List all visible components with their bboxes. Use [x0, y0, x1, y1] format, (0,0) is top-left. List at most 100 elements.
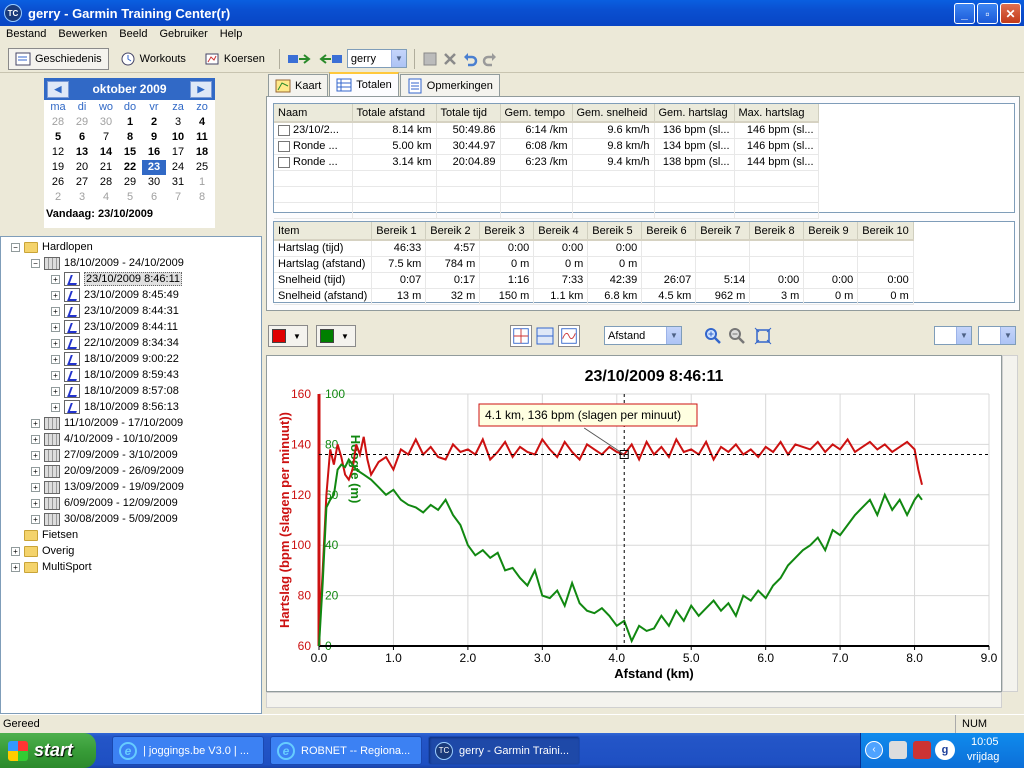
send-to-device-icon[interactable]: [287, 51, 313, 67]
table-row[interactable]: Ronde ... 5.00 km 30:44.97 6:08 /km 9.8 km/h…: [274, 138, 819, 155]
expand-icon[interactable]: +: [51, 370, 60, 380]
calendar-day[interactable]: 25: [190, 160, 214, 175]
close-button[interactable]: ✕: [1000, 3, 1021, 24]
calendar-next-button[interactable]: ▶: [189, 80, 212, 98]
calendar-day[interactable]: 26: [46, 175, 70, 190]
user-select[interactable]: gerry ▼: [346, 49, 407, 68]
column-header[interactable]: Gem. tempo: [500, 104, 573, 123]
smooth-line-icon[interactable]: [558, 325, 580, 347]
tree-item-week[interactable]: − 18/10/2009 - 24/10/2009: [31, 255, 184, 271]
calendar-day[interactable]: 17: [166, 145, 190, 160]
calendar-day[interactable]: 20: [70, 160, 94, 175]
column-header[interactable]: Item: [274, 222, 373, 241]
tree-item-activity[interactable]: +23/10/2009 8:44:11: [51, 319, 178, 335]
taskbar-item-garmin[interactable]: TC gerry - Garmin Traini...: [428, 736, 580, 765]
calendar-day[interactable]: 10: [166, 130, 190, 145]
column-header[interactable]: Bereik 10: [857, 222, 914, 241]
calendar-day[interactable]: 4: [190, 115, 214, 130]
chart-horizontal-scrollbar[interactable]: [266, 692, 1002, 708]
column-header[interactable]: Bereik 3: [479, 222, 535, 241]
column-header[interactable]: Bereik 9: [803, 222, 859, 241]
calendar-day[interactable]: 9: [142, 130, 166, 145]
tree-item-multisport[interactable]: + MultiSport: [11, 559, 92, 575]
tree-item-activity[interactable]: +18/10/2009 8:59:43: [51, 367, 179, 383]
tab-kaart[interactable]: Kaart: [268, 74, 329, 96]
courses-button[interactable]: Koersen: [197, 48, 272, 70]
expand-icon[interactable]: +: [11, 562, 20, 572]
calendar-day[interactable]: 22: [118, 160, 142, 175]
calendar-day[interactable]: 23: [142, 160, 166, 175]
calendar-day[interactable]: 2: [142, 115, 166, 130]
tree-item-week[interactable]: +6/09/2009 - 12/09/2009: [31, 495, 178, 511]
column-header[interactable]: Bereik 6: [641, 222, 697, 241]
chart-option-select-1[interactable]: ▼: [934, 326, 972, 345]
expand-icon[interactable]: +: [51, 290, 60, 300]
expand-icon[interactable]: +: [51, 306, 60, 316]
collapse-icon[interactable]: −: [31, 258, 40, 268]
calendar-day[interactable]: 4: [94, 190, 118, 205]
tree-item-week[interactable]: +11/10/2009 - 17/10/2009: [31, 415, 183, 431]
calendar-day[interactable]: 30: [142, 175, 166, 190]
calendar-today-link[interactable]: Vandaag: 23/10/2009: [44, 205, 215, 223]
column-header[interactable]: Totale tijd: [436, 104, 501, 123]
tab-opmerkingen[interactable]: Opmerkingen: [399, 74, 500, 96]
calendar-day[interactable]: 27: [70, 175, 94, 190]
calendar-day[interactable]: 7: [166, 190, 190, 205]
import-icon[interactable]: [422, 51, 438, 67]
tree-item-overig[interactable]: + Overig: [11, 543, 74, 559]
crosshair-icon[interactable]: [510, 325, 532, 347]
delete-icon[interactable]: [442, 51, 458, 67]
calendar-day[interactable]: 13: [70, 145, 94, 160]
calendar-day[interactable]: 19: [46, 160, 70, 175]
chart-option-select-2[interactable]: ▼: [978, 326, 1016, 345]
calendar-prev-button[interactable]: ◀: [47, 80, 69, 98]
calendar-day[interactable]: 5: [46, 130, 70, 145]
column-header[interactable]: Gem. snelheid: [572, 104, 655, 123]
menu-bestand[interactable]: Bestand: [0, 26, 52, 44]
menu-help[interactable]: Help: [214, 26, 249, 44]
table-row[interactable]: Hartslag (tijd) 46:33 4:57 0:00 0:00 0:00: [274, 240, 914, 257]
collapse-icon[interactable]: −: [11, 242, 20, 252]
tree-item-activity[interactable]: +18/10/2009 8:56:13: [51, 399, 179, 415]
calendar-day[interactable]: 8: [190, 190, 214, 205]
calendar-day[interactable]: 6: [142, 190, 166, 205]
calendar-day[interactable]: 15: [118, 145, 142, 160]
tree-item-activity[interactable]: +23/10/2009 8:44:31: [51, 303, 179, 319]
tree-item-activity[interactable]: +18/10/2009 9:00:22: [51, 351, 179, 367]
calendar-day[interactable]: 31: [166, 175, 190, 190]
expand-icon[interactable]: +: [51, 322, 60, 332]
calendar-day[interactable]: 12: [46, 145, 70, 160]
expand-icon[interactable]: +: [31, 434, 40, 444]
workouts-button[interactable]: Workouts: [113, 48, 193, 70]
column-header[interactable]: Bereik 5: [587, 222, 643, 241]
table-row[interactable]: 23/10/2... 8.14 km 50:49.86 6:14 /km 9.6 km/…: [274, 122, 819, 139]
calendar-day[interactable]: 1: [118, 115, 142, 130]
tree-item-week[interactable]: +4/10/2009 - 10/10/2009: [31, 431, 178, 447]
expand-icon[interactable]: +: [31, 418, 40, 428]
maximize-button[interactable]: ▫: [977, 3, 998, 24]
heart-elevation-chart[interactable]: 23/10/2009 8:46:11 0.0 1.0 2.0 3.0 4.0 5.0 6.0 7…: [267, 356, 1001, 691]
split-view-icon[interactable]: [534, 325, 556, 347]
tree-item-week[interactable]: +27/09/2009 - 3/10/2009: [31, 447, 178, 463]
column-header[interactable]: Totale afstand: [352, 104, 437, 123]
calendar-day[interactable]: 11: [190, 130, 214, 145]
security-icon[interactable]: [913, 741, 931, 759]
calendar-day[interactable]: 2: [46, 190, 70, 205]
column-header[interactable]: Gem. hartslag: [654, 104, 735, 123]
table-row[interactable]: Snelheid (afstand) 13 m 32 m 150 m 1.1 km 6.8…: [274, 288, 914, 305]
column-header[interactable]: Naam: [274, 104, 353, 123]
taskbar-item-robnet[interactable]: e ROBNET -- Regiona...: [270, 736, 422, 765]
column-header[interactable]: Bereik 8: [749, 222, 805, 241]
calendar-day[interactable]: 3: [70, 190, 94, 205]
chart-panel[interactable]: 23/10/2009 8:46:11 0.0 1.0 2.0 3.0 4.0 5.0 6.0 7…: [266, 355, 1002, 692]
column-header[interactable]: Max. hartslag: [734, 104, 819, 123]
table-row[interactable]: Hartslag (afstand) 7.5 km 784 m 0 m 0 m 0 m: [274, 256, 914, 273]
fit-to-window-icon[interactable]: [754, 327, 772, 345]
calendar-day[interactable]: 28: [94, 175, 118, 190]
taskbar-item-joggings[interactable]: e | joggings.be V3.0 | ...: [112, 736, 264, 765]
expand-icon[interactable]: +: [51, 386, 60, 396]
redo-icon[interactable]: [482, 51, 498, 67]
expand-icon[interactable]: +: [31, 498, 40, 508]
expand-icon[interactable]: +: [51, 274, 60, 284]
history-button[interactable]: Geschiedenis: [8, 47, 109, 70]
